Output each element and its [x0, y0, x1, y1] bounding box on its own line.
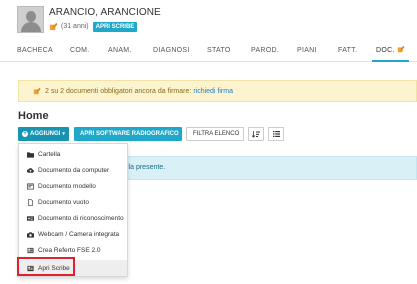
request-signature-link[interactable]: richiedi firma: [193, 88, 233, 95]
menu-item-label: Webcam / Camera integrata: [38, 230, 120, 238]
menu-item-documento-da-computer[interactable]: Documento da computer: [19, 162, 127, 178]
add-button[interactable]: + AGGIUNGI ▾: [18, 127, 69, 141]
plus-icon: +: [22, 131, 28, 137]
list-view-button[interactable]: [268, 127, 284, 141]
tab-bacheca[interactable]: BACHECA: [17, 40, 53, 62]
cloud-upload-icon: [27, 167, 34, 173]
menu-item-label: Documento di riconoscimento: [38, 214, 124, 222]
tab-piani[interactable]: PIANI: [297, 40, 317, 62]
pencil-icon: [397, 45, 405, 53]
tab-diagnosi[interactable]: DIAGNOSI: [153, 40, 190, 62]
avatar[interactable]: [17, 6, 44, 33]
red-highlight-box: [17, 257, 75, 276]
template-icon: [27, 183, 34, 189]
menu-item-crea-referto-fse[interactable]: Crea Referto FSE 2.0: [19, 242, 127, 258]
tab-stato[interactable]: STATO: [207, 40, 231, 62]
page-title: Home: [18, 110, 49, 122]
avatar-head: [26, 11, 36, 22]
blank-file-icon: [28, 198, 33, 206]
warning-text: 2 su 2 documenti obbligatori ancora da f…: [45, 87, 192, 95]
menu-item-label: Crea Referto FSE 2.0: [38, 246, 101, 254]
menu-item-label: Documento da computer: [38, 166, 110, 174]
menu-item-webcam[interactable]: Webcam / Camera integrata: [19, 226, 127, 242]
menu-item-documento-di-riconoscimento[interactable]: Documento di riconoscimento: [19, 210, 127, 226]
menu-item-label: Documento vuoto: [38, 198, 89, 206]
id-card-icon: [27, 215, 34, 221]
tab-anam[interactable]: ANAM.: [108, 40, 132, 62]
apri-scribe-badge[interactable]: APRI SCRIBE: [92, 21, 138, 32]
menu-item-label: Documento modello: [38, 182, 96, 190]
sort-icon: [252, 130, 260, 138]
menu-item-documento-modello[interactable]: Documento modello: [19, 178, 127, 194]
tab-com[interactable]: COM.: [70, 40, 89, 62]
menu-item-documento-vuoto[interactable]: Documento vuoto: [19, 194, 127, 210]
pencil-icon[interactable]: [49, 22, 58, 31]
patient-meta: (31 anni) APRI SCRIBE: [49, 21, 138, 32]
avatar-body: [21, 22, 41, 32]
filter-list-button[interactable]: FILTRA ELENCO: [186, 127, 244, 141]
patient-name: ARANCIO, ARANCIONE: [49, 7, 161, 18]
menu-item-label: Cartella: [38, 150, 61, 158]
patient-header: ARANCIO, ARANCIONE (31 anni) APRI SCRIBE: [0, 0, 417, 40]
pencil-icon: [33, 87, 41, 95]
folder-icon: [27, 151, 34, 158]
report-icon: [27, 247, 34, 253]
camera-icon: [27, 231, 34, 238]
list-icon: [272, 131, 280, 137]
unsigned-documents-warning: 2 su 2 documenti obbligatori ancora da f…: [18, 80, 417, 102]
open-radiography-software-button[interactable]: APRI SOFTWARE RADIOGRAFICO: [74, 127, 182, 141]
tab-bar: BACHECA COM. ANAM. DIAGNOSI STATO PAROD.…: [0, 40, 417, 62]
caret-down-icon: ▾: [62, 131, 65, 137]
menu-item-cartella[interactable]: Cartella: [19, 146, 127, 162]
page: ARANCIO, ARANCIONE (31 anni) APRI SCRIBE…: [0, 0, 417, 284]
sort-button[interactable]: [248, 127, 264, 141]
add-button-label: AGGIUNGI: [30, 131, 61, 137]
patient-age: (31 anni): [61, 23, 89, 30]
radio-button-label: APRI SOFTWARE RADIOGRAFICO: [80, 131, 179, 137]
filter-button-label: FILTRA ELENCO: [193, 131, 240, 137]
tab-doc[interactable]: DOC.: [372, 40, 409, 62]
tab-fatt[interactable]: FATT.: [338, 40, 357, 62]
tab-doc-label: DOC.: [376, 47, 395, 54]
info-text: lla presente.: [127, 164, 166, 171]
tab-parod[interactable]: PAROD.: [251, 40, 279, 62]
